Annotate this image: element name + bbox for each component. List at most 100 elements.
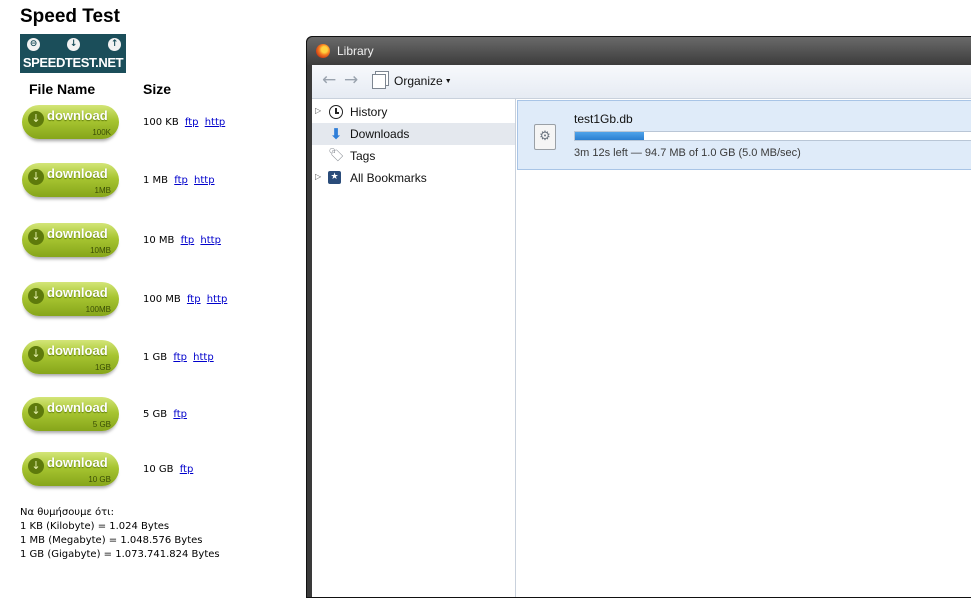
window-title: Library: [337, 44, 374, 58]
file-size-info: 10 GB ftp: [143, 464, 193, 475]
download-arrow-icon: ↓: [28, 288, 44, 304]
ftp-link[interactable]: ftp: [187, 294, 201, 305]
download-word: download: [47, 285, 108, 300]
units-note: Να θυμήσουμε ότι: 1 KB (Kilobyte) = 1.02…: [20, 506, 220, 562]
download-word: download: [47, 343, 108, 358]
download-word: download: [47, 166, 108, 181]
file-name-header: File Name: [29, 81, 96, 97]
download-size-badge: 5 GB: [92, 420, 111, 429]
organize-menu-button[interactable]: Organize ▼: [394, 74, 452, 88]
http-link[interactable]: http: [193, 352, 214, 363]
download-size-badge: 1MB: [94, 186, 111, 195]
download-arrow-icon: ↓: [28, 346, 44, 362]
expand-triangle-icon[interactable]: ▷: [315, 172, 321, 181]
download-row: ↓ download 100MB 100 MB ftp http: [22, 282, 302, 322]
download-size-badge: 1GB: [94, 363, 111, 372]
forward-arrow-icon[interactable]: →: [344, 70, 358, 90]
ftp-link[interactable]: ftp: [185, 117, 199, 128]
ftp-link[interactable]: ftp: [174, 175, 188, 186]
download-row: ↓ download 1GB 1 GB ftp http: [22, 340, 302, 380]
download-button[interactable]: ↓ download 10 GB: [22, 452, 119, 486]
library-window: Library ← → Organize ▼ ▷ History ⬇ Downlo…: [306, 36, 971, 598]
file-size: 10 MB: [143, 235, 175, 246]
download-word: download: [47, 400, 108, 415]
download-filename: test1Gb.db: [574, 112, 633, 126]
note-line: 1 MB (Megabyte) = 1.048.576 Bytes: [20, 535, 203, 546]
progress-fill: [575, 132, 644, 140]
download-entry[interactable]: ⚙ test1Gb.db 3m 12s left — 94.7 MB of 1.…: [517, 100, 971, 170]
firefox-icon: [316, 44, 330, 58]
sidebar-item-downloads[interactable]: ⬇ Downloads: [312, 123, 515, 145]
expand-triangle-icon[interactable]: ▷: [315, 106, 321, 115]
download-button[interactable]: ↓ download 1MB: [22, 163, 119, 197]
download-row: ↓ download 10MB 10 MB ftp http: [22, 223, 302, 263]
file-size: 100 KB: [143, 117, 179, 128]
sidebar-item-all-bookmarks[interactable]: ▷ ★ All Bookmarks: [312, 167, 515, 189]
sidebar-item-history[interactable]: ▷ History: [312, 101, 515, 123]
download-word: download: [47, 108, 108, 123]
ftp-link[interactable]: ftp: [181, 235, 195, 246]
download-status: 3m 12s left — 94.7 MB of 1.0 GB (5.0 MB/…: [574, 147, 801, 159]
note-line: Να θυμήσουμε ότι:: [20, 507, 114, 518]
file-size: 5 GB: [143, 409, 168, 420]
ftp-link[interactable]: ftp: [173, 352, 187, 363]
organize-icon: [372, 74, 386, 89]
ftp-link[interactable]: ftp: [180, 464, 194, 475]
note-line: 1 KB (Kilobyte) = 1.024 Bytes: [20, 521, 170, 532]
download-button[interactable]: ↓ download 10MB: [22, 223, 119, 257]
library-toolbar: ← → Organize ▼: [312, 65, 971, 99]
window-titlebar[interactable]: Library: [307, 37, 971, 65]
download-size-badge: 100MB: [85, 305, 111, 314]
upload-arrow-icon: ↑: [108, 38, 121, 51]
file-size-info: 100 MB ftp http: [143, 294, 227, 305]
page-title: Speed Test: [20, 6, 120, 27]
download-size-badge: 10MB: [90, 246, 111, 255]
file-icon: ⚙: [534, 124, 556, 150]
download-button[interactable]: ↓ download 1GB: [22, 340, 119, 374]
download-arrow-icon: ↓: [67, 38, 80, 51]
back-arrow-icon[interactable]: ←: [322, 70, 336, 90]
download-row: ↓ download 10 GB 10 GB ftp: [22, 452, 302, 492]
download-arrow-icon: ↓: [28, 403, 44, 419]
gear-icon: ⚙: [539, 129, 551, 144]
file-size-info: 5 GB ftp: [143, 409, 187, 420]
downloads-icon: ⬇: [329, 125, 343, 143]
download-row: ↓ download 100K 100 KB ftp http: [22, 105, 302, 145]
download-row: ↓ download 1MB 1 MB ftp http: [22, 163, 302, 203]
download-button[interactable]: ↓ download 5 GB: [22, 397, 119, 431]
download-arrow-icon: ↓: [28, 169, 44, 185]
http-link[interactable]: http: [200, 235, 221, 246]
sidebar-item-tags[interactable]: 🏷 Tags: [312, 145, 515, 167]
ftp-link[interactable]: ftp: [173, 409, 187, 420]
download-size-badge: 100K: [92, 128, 111, 137]
file-size-info: 1 MB ftp http: [143, 175, 215, 186]
history-icon: [329, 105, 343, 119]
download-arrow-icon: ↓: [28, 458, 44, 474]
download-button[interactable]: ↓ download 100K: [22, 105, 119, 139]
library-sidebar: ▷ History ⬇ Downloads 🏷 Tags ▷ ★ All Boo…: [312, 99, 516, 597]
download-progress-bar: [574, 131, 971, 141]
speed-icon: ⊖: [27, 38, 40, 51]
download-row: ↓ download 5 GB 5 GB ftp: [22, 397, 302, 437]
bookmarks-icon: ★: [328, 171, 341, 184]
organize-label: Organize: [394, 74, 443, 88]
file-size: 100 MB: [143, 294, 181, 305]
sidebar-item-label: Downloads: [350, 127, 410, 141]
file-size: 1 MB: [143, 175, 169, 186]
file-size-info: 1 GB ftp http: [143, 352, 214, 363]
download-button[interactable]: ↓ download 100MB: [22, 282, 119, 316]
logo-text: SPEEDTEST.NET: [22, 55, 124, 70]
tag-icon: 🏷: [328, 148, 345, 163]
speedtest-logo[interactable]: ⊖ ↓ ↑ SPEEDTEST.NET: [20, 34, 126, 73]
file-size: 1 GB: [143, 352, 168, 363]
size-header: Size: [143, 81, 172, 97]
http-link[interactable]: http: [194, 175, 215, 186]
sidebar-item-label: Tags: [350, 149, 376, 163]
download-word: download: [47, 226, 108, 241]
http-link[interactable]: http: [207, 294, 228, 305]
file-size: 10 GB: [143, 464, 174, 475]
http-link[interactable]: http: [205, 117, 226, 128]
download-word: download: [47, 455, 108, 470]
dropdown-caret-icon: ▼: [444, 78, 452, 85]
download-size-badge: 10 GB: [88, 475, 111, 484]
